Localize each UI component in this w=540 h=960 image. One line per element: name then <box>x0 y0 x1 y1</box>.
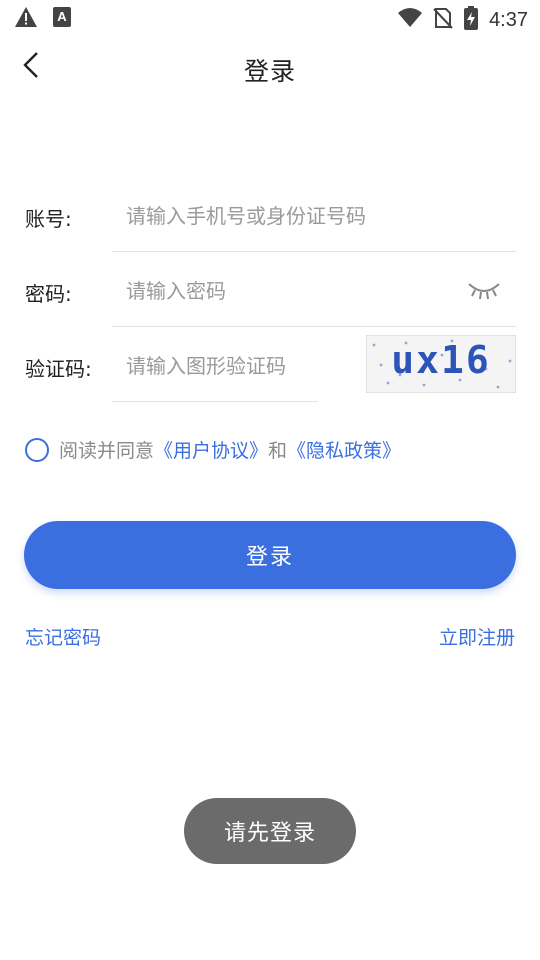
account-input[interactable] <box>112 196 526 236</box>
warning-icon <box>14 6 38 32</box>
eye-closed-icon[interactable] <box>466 278 502 302</box>
agreement-conjunction: 和 <box>268 440 288 462</box>
user-agreement-link[interactable]: 《用户协议》 <box>154 436 268 463</box>
status-time: 4:37 <box>489 8 528 31</box>
svg-text:A: A <box>57 9 67 24</box>
status-bar: A 4:37 <box>0 0 540 36</box>
password-label: 密码: <box>25 282 72 306</box>
page-title: 登录 <box>243 57 296 86</box>
forgot-password-link[interactable]: 忘记密码 <box>25 623 101 650</box>
wifi-icon <box>397 7 423 33</box>
captcha-label: 验证码: <box>25 357 92 381</box>
header: 登录 <box>0 36 540 104</box>
password-divider <box>112 326 516 327</box>
status-right-icons: 4:37 <box>397 5 528 35</box>
account-label: 账号: <box>25 207 72 231</box>
battery-charging-icon <box>463 5 479 35</box>
captcha-text: ux16 <box>391 338 491 382</box>
login-button[interactable]: 登录 <box>24 521 516 589</box>
font-icon: A <box>52 6 72 32</box>
status-left-icons: A <box>14 6 72 32</box>
no-sim-icon <box>433 6 453 34</box>
agreement-prefix: 阅读并同意 <box>59 440 155 462</box>
captcha-divider <box>112 401 318 402</box>
privacy-policy-link[interactable]: 《隐私政策》 <box>287 436 401 463</box>
account-divider <box>112 251 516 252</box>
toast-message: 请先登录 <box>184 798 356 864</box>
password-input[interactable] <box>112 271 446 311</box>
captcha-image[interactable]: ux16 <box>365 334 517 394</box>
captcha-input[interactable] <box>112 346 316 386</box>
agreement-checkbox[interactable] <box>25 437 49 462</box>
agreement: 阅读并同意 《用户协议》 和 《隐私政策》 <box>25 436 401 463</box>
register-link[interactable]: 立即注册 <box>439 623 515 650</box>
